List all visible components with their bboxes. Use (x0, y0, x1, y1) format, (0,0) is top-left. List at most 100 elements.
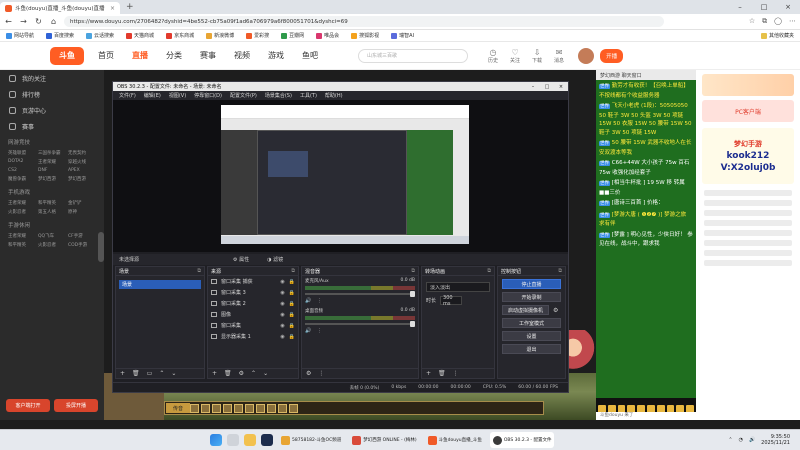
up-icon[interactable]: ⌃ (159, 370, 164, 377)
scene-list-item[interactable]: 场景 (119, 280, 201, 289)
back-icon[interactable]: ← (4, 17, 13, 26)
source-item[interactable]: 显示器采集 1 ◉ 🔒 (208, 331, 298, 342)
nav-games[interactable]: 游戏 (268, 50, 284, 61)
follow-button[interactable]: ♡ 关注 (510, 48, 520, 64)
menu-help[interactable]: 帮助(H) (325, 92, 343, 99)
action-slot[interactable] (289, 403, 298, 413)
up-icon[interactable]: ⌃ (251, 370, 256, 377)
chevron-up-icon[interactable]: ⌃ (728, 437, 732, 443)
bookmark-item[interactable]: 唯品会 (316, 32, 339, 39)
sidebar-item-rank[interactable]: 排行榜 (0, 86, 104, 102)
system-clock[interactable]: 9:35:50 2025/11/21 (761, 434, 790, 446)
source-item[interactable]: 窗口采集 ◉ 🔒 (208, 320, 298, 331)
category-link[interactable]: CS2 (8, 168, 36, 173)
lock-icon[interactable]: 🔒 (289, 290, 295, 296)
transition-select[interactable]: 淡入淡出 (426, 282, 490, 292)
action-slot[interactable] (212, 403, 221, 413)
action-slot[interactable] (278, 403, 287, 413)
category-link[interactable]: 王者荣耀 (8, 233, 36, 239)
new-tab-button[interactable]: + (120, 2, 140, 12)
category-link[interactable]: DNF (38, 168, 66, 173)
down-icon[interactable]: ⌄ (263, 370, 268, 377)
menu-icon[interactable]: ⋯ (789, 17, 796, 26)
nav-live[interactable]: 直播 (132, 50, 148, 61)
eye-icon[interactable]: ◉ (280, 301, 284, 307)
category-link[interactable]: 火影忍者 (38, 242, 66, 248)
lock-icon[interactable]: 🔒 (289, 312, 295, 318)
add-icon[interactable]: + (120, 370, 125, 377)
start-stream-button[interactable]: 开播 (600, 48, 624, 63)
other-bookmarks[interactable]: 其他收藏夹 (760, 32, 794, 39)
minimize-icon[interactable]: – (728, 3, 752, 11)
more-icon[interactable]: ⋮ (317, 328, 322, 334)
duration-input[interactable]: 300 ms (440, 295, 463, 307)
eye-icon[interactable]: ◉ (280, 323, 284, 329)
nav-home[interactable]: 首页 (98, 50, 114, 61)
sidebar-item-webgames[interactable]: 页游中心 (0, 102, 104, 118)
category-link[interactable]: 第五人格 (38, 209, 66, 215)
obs-preview-canvas[interactable] (113, 100, 568, 252)
menu-profile[interactable]: 配置文件(P) (230, 92, 257, 99)
windows-start-icon[interactable] (210, 434, 222, 446)
volume-slider[interactable] (305, 291, 415, 297)
nav-yuba[interactable]: 鱼吧 (302, 50, 318, 61)
browser-tab-douyu[interactable]: 斗鱼(douyu)直播_斗鱼(douyu)直播 × (0, 2, 120, 14)
category-link[interactable]: 梦幻西游 (68, 176, 96, 182)
close-tab-icon[interactable]: × (110, 5, 115, 12)
filters-button[interactable]: ◑ 滤镜 (267, 256, 283, 263)
lock-icon[interactable]: 🔒 (289, 301, 295, 307)
slider-handle[interactable] (410, 291, 415, 297)
bookmark-item[interactable]: 云话搜索 (86, 32, 114, 39)
menu-docks[interactable]: 停靠窗口(D) (194, 92, 222, 99)
more-icon[interactable]: ⋮ (318, 370, 324, 377)
cast-stream-button[interactable]: 投屏开播 (54, 399, 98, 412)
minimize-icon[interactable]: – (526, 84, 540, 90)
lock-icon[interactable]: 🔒 (289, 323, 295, 329)
category-link[interactable]: CF手游 (68, 233, 96, 239)
eye-icon[interactable]: ◉ (280, 334, 284, 340)
remove-icon[interactable]: 🗑 (224, 370, 232, 377)
profile-icon[interactable]: ◯ (774, 17, 782, 26)
douyu-search-input[interactable]: 山东城三百歌 (358, 48, 468, 63)
open-client-button[interactable]: 客户端打开 (6, 399, 50, 412)
download-button[interactable]: ⇩ 下载 (532, 48, 542, 64)
bookmark-item[interactable]: 京东商城 (166, 32, 194, 39)
remove-icon[interactable]: 🗑 (132, 370, 140, 377)
maximize-icon[interactable]: □ (540, 84, 554, 90)
category-link[interactable]: 王者荣耀 (8, 200, 36, 206)
category-link[interactable]: 王者荣耀 (38, 159, 66, 165)
sidebar-item-follow[interactable]: 我的关注 (0, 70, 104, 86)
category-link[interactable]: 英雄联盟 (8, 150, 36, 156)
search-icon[interactable] (227, 434, 239, 446)
slider-handle[interactable] (410, 321, 415, 327)
network-icon[interactable]: ◔ (739, 437, 743, 443)
lock-icon[interactable]: 🔒 (289, 334, 295, 340)
eye-icon[interactable]: ◉ (280, 312, 284, 318)
eye-icon[interactable]: ◉ (280, 290, 284, 296)
star-icon[interactable]: ☆ (749, 17, 755, 26)
action-slot[interactable] (201, 403, 210, 413)
remove-icon[interactable]: 🗑 (438, 370, 446, 377)
category-link[interactable]: 穿越火线 (68, 159, 96, 165)
sidebar-collapse-handle[interactable] (98, 232, 104, 262)
forward-icon[interactable]: → (19, 17, 28, 26)
settings-button[interactable]: 设置 (502, 331, 561, 341)
action-slot[interactable] (223, 403, 232, 413)
gear-icon[interactable]: ⚙ (553, 307, 561, 314)
close-icon[interactable]: × (776, 3, 800, 11)
bookmark-item[interactable]: 瑞智AI (391, 32, 414, 39)
gear-icon[interactable]: ⚙ (239, 370, 244, 377)
start-virtual-camera-button[interactable]: 启动虚拟摄像机 (502, 305, 549, 315)
source-item[interactable]: 窗口采集 3 ◉ 🔒 (208, 287, 298, 298)
source-item[interactable]: 窗口采集 捕获 ◉ 🔒 (208, 276, 298, 287)
game-chat-input[interactable]: 传音 (166, 403, 190, 413)
taskbar-app[interactable]: 斗鱼douyu直播_斗鱼 (425, 432, 485, 448)
gear-icon[interactable]: ⚙ (306, 370, 311, 377)
menu-edit[interactable]: 编辑(E) (144, 92, 161, 99)
taskbar-app[interactable]: OBS 30.2.3 - 配置文件 (489, 432, 555, 448)
extensions-icon[interactable]: ⧉ (762, 17, 767, 26)
category-link[interactable]: 魔兽争霸 (8, 176, 36, 182)
category-link[interactable]: QQ飞车 (38, 233, 66, 239)
url-input[interactable]: https://www.douyu.com/2706482?dyshid=4be… (64, 16, 664, 27)
filter-icon[interactable]: ▭ (147, 370, 153, 377)
